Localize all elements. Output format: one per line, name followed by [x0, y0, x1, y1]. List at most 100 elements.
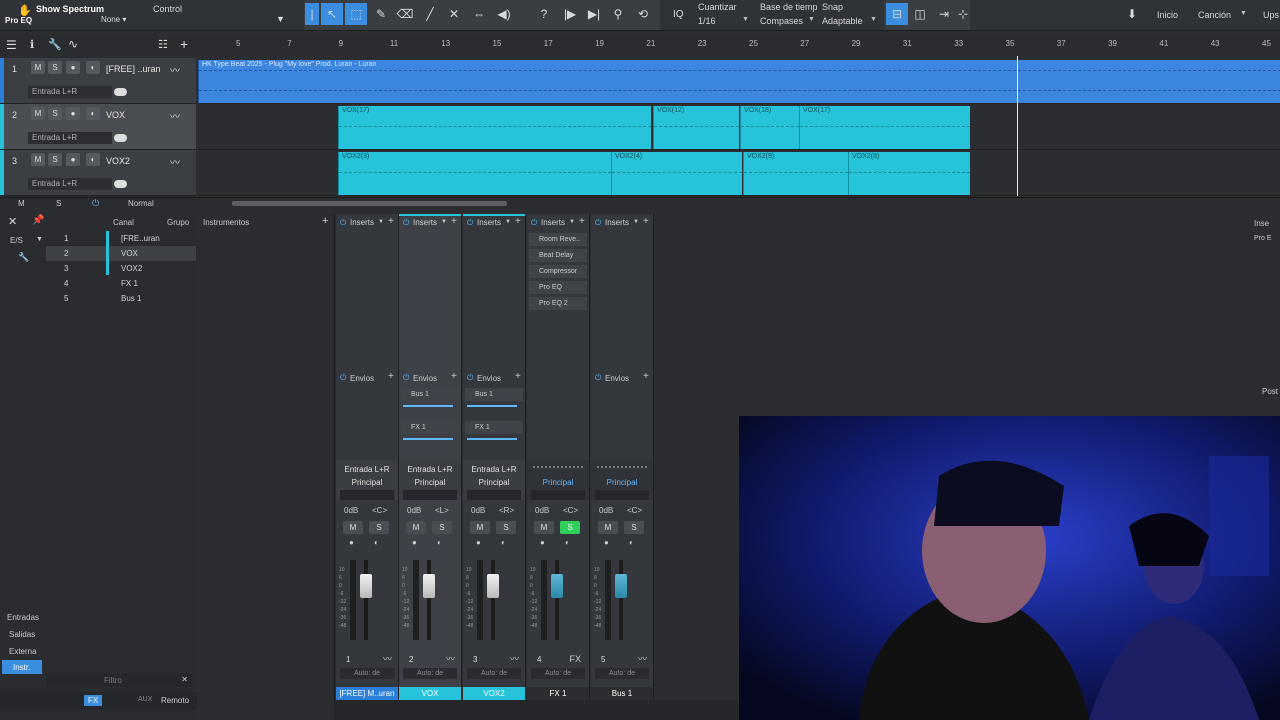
- output-select[interactable]: Principal: [401, 478, 459, 487]
- envios-header[interactable]: Envios: [605, 374, 629, 383]
- output-select[interactable]: Principal: [338, 478, 396, 487]
- mute-button[interactable]: M: [31, 61, 45, 74]
- record-icon[interactable]: ●: [349, 538, 354, 547]
- power-icon[interactable]: ⏻: [467, 373, 473, 383]
- pan-indicator[interactable]: [531, 490, 585, 500]
- channel-strip-2[interactable]: ⏻ Inserts ▼ + ⏻ Envios + Bus 1 FX 1 Entrada L+R Pr…: [399, 214, 462, 700]
- chevron-down-icon[interactable]: ▼: [569, 219, 575, 225]
- record-icon[interactable]: ●: [540, 538, 545, 547]
- list-item[interactable]: 3 VOX2: [46, 261, 196, 276]
- channel-strip-5[interactable]: ⏻ Inserts ▼ + ⏻ Envios + Principal 0dB <C> M S ● ◐ 10 6…: [591, 214, 654, 700]
- monitor-icon[interactable]: ◐: [437, 538, 442, 547]
- pencil-tool-icon[interactable]: ✎: [371, 3, 391, 25]
- track-lane-3[interactable]: VOX2(3) VOX2(4) VOX2(9) VOX2(8): [198, 150, 1280, 196]
- audio-clip[interactable]: VOX2(4): [611, 152, 742, 195]
- filter-input[interactable]: Filtro ✕: [46, 673, 192, 687]
- audio-clip[interactable]: VOX(17): [338, 106, 651, 149]
- track-input[interactable]: Entrada L+R: [28, 132, 112, 144]
- monitor-icon[interactable]: ◐: [374, 538, 379, 547]
- solo-button[interactable]: S: [496, 521, 516, 534]
- snap-mid-icon[interactable]: ▶|: [584, 3, 604, 25]
- insert-slot[interactable]: Pro EQ 2: [529, 297, 587, 310]
- snap-value[interactable]: Adaptable: [822, 16, 863, 26]
- input-select[interactable]: Entrada L+R: [465, 465, 523, 474]
- inserts-header[interactable]: Inserts: [413, 218, 437, 227]
- input-select[interactable]: Entrada L+R: [338, 465, 396, 474]
- track-lane-1[interactable]: HK Type Beat 2025 - Plug "My love" Prod.…: [198, 58, 1280, 104]
- strip-name[interactable]: FX 1: [527, 687, 589, 700]
- list-item[interactable]: 4 FX 1: [46, 276, 196, 291]
- audio-clip[interactable]: VOX2(3): [338, 152, 611, 195]
- add-track-icon[interactable]: +: [180, 36, 188, 52]
- inserts-header[interactable]: Inserts: [541, 218, 565, 227]
- list-icon[interactable]: ☷: [158, 38, 168, 51]
- range-tool-icon[interactable]: ⬚: [345, 3, 367, 25]
- automation-icon[interactable]: ∿: [68, 37, 78, 51]
- output-select[interactable]: Principal: [529, 478, 587, 487]
- nav-externa[interactable]: Externa: [9, 647, 37, 656]
- bend-icon[interactable]: ⟲: [632, 3, 654, 25]
- send-slot[interactable]: Bus 1: [401, 388, 459, 401]
- nav-instr[interactable]: Instr.: [2, 660, 42, 674]
- solo-button[interactable]: S: [48, 61, 62, 74]
- close-icon[interactable]: ✕: [8, 215, 17, 228]
- send-slot[interactable]: Bus 1: [465, 388, 523, 401]
- automation-select[interactable]: Auto: de: [340, 668, 394, 679]
- add-icon[interactable]: +: [643, 216, 649, 227]
- monitor-icon[interactable]: ◐: [501, 538, 506, 547]
- audio-clip[interactable]: VOX2(9): [743, 152, 848, 195]
- speaker-tool-icon[interactable]: ◀): [494, 3, 514, 25]
- chevron-down-icon[interactable]: ▼: [36, 236, 43, 243]
- power-icon[interactable]: ⏻: [531, 218, 537, 228]
- chevron-down-icon[interactable]: ▼: [378, 219, 384, 225]
- volume-fader[interactable]: [423, 574, 435, 598]
- strip-name[interactable]: [FREE] M..uran: [336, 687, 398, 700]
- add-icon[interactable]: +: [388, 371, 394, 382]
- inserts-header[interactable]: Inserts: [605, 218, 629, 227]
- snap-arrow-icon[interactable]: ⇥: [934, 3, 954, 25]
- pan-indicator[interactable]: [467, 490, 521, 500]
- track-header-3[interactable]: 3 M S ● ◐ VOX2 〰 Entrada L+R: [0, 150, 196, 196]
- add-icon[interactable]: +: [322, 215, 328, 227]
- playhead[interactable]: [1017, 56, 1018, 196]
- wrench-icon[interactable]: 🔧: [18, 252, 29, 263]
- split-tool-icon[interactable]: ⇔: [469, 3, 489, 25]
- solo-button[interactable]: S: [48, 107, 62, 120]
- envios-header[interactable]: Envios: [477, 374, 501, 383]
- timeline-ruler[interactable]: 5 7 9 11 13 15 17 19 21 23 25 27 29 31 33 35 37 39 41 43 45: [198, 36, 1280, 56]
- channel-strip-3[interactable]: ⏻ Inserts ▼ + ⏻ Envios + Bus 1 FX 1 Entrada L+R Pr…: [463, 214, 526, 700]
- add-icon[interactable]: +: [643, 371, 649, 382]
- automation-select[interactable]: Auto: de: [531, 668, 585, 679]
- inicio-button[interactable]: Inicio: [1157, 10, 1178, 20]
- chevron-down-icon[interactable]: ▼: [742, 16, 749, 23]
- track-lane-2[interactable]: VOX(17) VOX(12) VOX(18) VOX(17): [198, 104, 1280, 150]
- mute-button[interactable]: M: [406, 521, 426, 534]
- envios-header[interactable]: Envios: [413, 374, 437, 383]
- mute-button[interactable]: M: [534, 521, 554, 534]
- track-header-2[interactable]: 2 M S ● ◐ VOX 〰 Entrada L+R: [0, 104, 196, 150]
- menu-icon[interactable]: ☰: [6, 38, 17, 52]
- snap-grid-icon[interactable]: ⊟: [886, 3, 908, 25]
- aux-button[interactable]: AUX: [138, 696, 152, 703]
- chevron-down-icon[interactable]: ▼: [808, 16, 815, 23]
- channel-strip-4[interactable]: ⏻ Inserts ▼ + Room Reve.. Beat Delay Compresso…: [527, 214, 590, 700]
- inserts-header[interactable]: Inserts: [350, 218, 374, 227]
- eraser-tool-icon[interactable]: ⌫: [395, 3, 415, 25]
- power-icon[interactable]: ⏻: [595, 373, 601, 383]
- add-icon[interactable]: +: [451, 371, 457, 382]
- list-item[interactable]: 2 VOX: [46, 246, 196, 261]
- mode-select[interactable]: Normal: [128, 199, 154, 208]
- close-icon[interactable]: ✕: [181, 675, 188, 684]
- list-item[interactable]: 1 [FRE..uran: [46, 231, 196, 246]
- chevron-down-icon[interactable]: ▼: [505, 219, 511, 225]
- input-select[interactable]: Entrada L+R: [401, 465, 459, 474]
- insert-slot[interactable]: Beat Delay: [529, 249, 587, 262]
- volume-fader[interactable]: [360, 574, 372, 598]
- solo-button[interactable]: S: [48, 153, 62, 166]
- fx-button[interactable]: FX: [84, 695, 103, 706]
- audio-clip[interactable]: VOX2(8): [848, 152, 970, 195]
- record-button[interactable]: ●: [66, 153, 80, 166]
- mute-button[interactable]: M: [343, 521, 363, 534]
- list-item[interactable]: 5 Bus 1: [46, 291, 196, 306]
- paint-tool-icon[interactable]: ╱: [420, 3, 440, 25]
